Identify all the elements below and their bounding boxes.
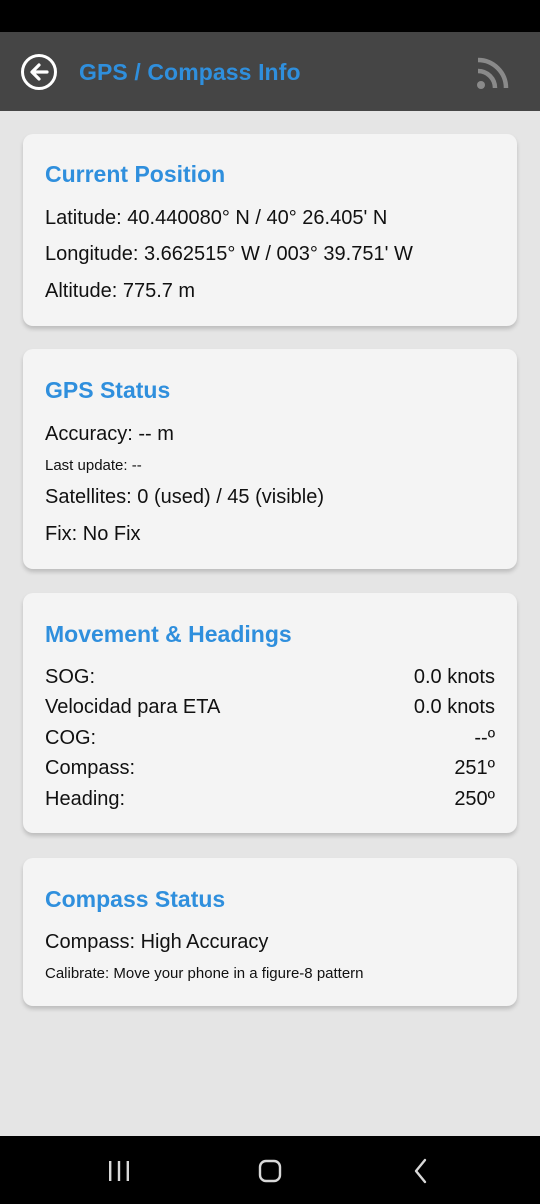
movement-row: Heading: 250º [45, 788, 495, 811]
accuracy-text: Accuracy: -- m [45, 423, 174, 445]
movement-row-value: 251º [454, 757, 495, 779]
movement-row-value: --º [474, 727, 495, 749]
current-position-title: Current Position [45, 161, 226, 187]
compass-status-title: Compass Status [45, 886, 226, 912]
latitude-text: Latitude: 40.440080° N / 40° 26.405' N [45, 207, 388, 229]
compass-accuracy-text: Compass: High Accuracy [45, 931, 269, 953]
system-back-button[interactable] [406, 1156, 436, 1186]
recents-icon [109, 1161, 129, 1181]
last-update-text: Last update: -- [45, 457, 142, 474]
movement-card: Movement & Headings SOG: 0.0 knots Veloc… [23, 593, 517, 833]
rss-button[interactable] [476, 56, 510, 90]
system-nav-bar [0, 1136, 540, 1204]
longitude-text: Longitude: 3.662515° W / 003° 39.751' W [45, 243, 413, 265]
movement-row-value: 0.0 knots [413, 696, 495, 718]
movement-row: COG: --º [45, 727, 495, 750]
movement-row-label: Compass: [45, 757, 136, 779]
back-arrow-circle-icon [21, 54, 57, 90]
app-bar: GPS / Compass Info [0, 32, 540, 111]
compass-status-card: Compass Status Compass: High Accuracy Ca… [23, 858, 517, 1006]
status-bar [0, 0, 540, 32]
rss-icon [477, 57, 509, 89]
page-title: GPS / Compass Info [79, 59, 301, 85]
altitude-text: Altitude: 775.7 m [45, 280, 196, 302]
home-button[interactable] [255, 1156, 285, 1186]
movement-row-label: Velocidad para ETA [45, 696, 221, 718]
movement-row: SOG: 0.0 knots [45, 666, 495, 689]
movement-row-label: COG: [45, 727, 97, 749]
current-position-card: Current Position Latitude: 40.440080° N … [23, 134, 517, 326]
home-icon [258, 1159, 282, 1183]
recents-button[interactable] [104, 1156, 134, 1186]
movement-title: Movement & Headings [45, 621, 292, 647]
movement-row-label: Heading: [45, 788, 126, 810]
movement-row-label: SOG: [45, 666, 96, 688]
back-button[interactable] [20, 53, 58, 91]
movement-row: Compass: 251º [45, 757, 495, 780]
back-chevron-icon [414, 1158, 427, 1184]
satellites-text: Satellites: 0 (used) / 45 (visible) [45, 486, 325, 508]
content-area: Current Position Latitude: 40.440080° N … [0, 111, 540, 1136]
movement-row-value: 250º [454, 788, 495, 810]
calibrate-text: Calibrate: Move your phone in a figure-8… [45, 965, 364, 982]
movement-row-value: 0.0 knots [413, 666, 495, 688]
movement-row: Velocidad para ETA 0.0 knots [45, 696, 495, 719]
gps-status-title: GPS Status [45, 377, 171, 403]
fix-text: Fix: No Fix [45, 523, 141, 545]
gps-status-card: GPS Status Accuracy: -- m Last update: -… [23, 349, 517, 569]
